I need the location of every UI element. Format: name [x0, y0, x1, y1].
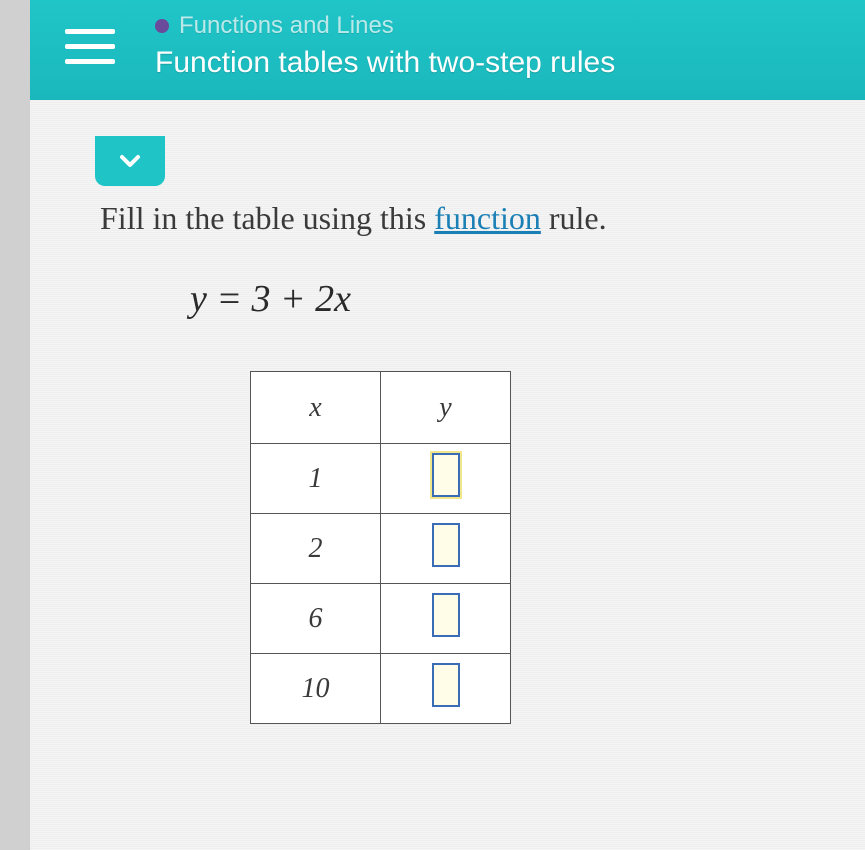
table-row: 1	[251, 444, 511, 514]
instruction-suffix: rule.	[541, 200, 607, 236]
instruction-text: Fill in the table using this function ru…	[100, 200, 815, 237]
header-text: Functions and Lines Function tables with…	[155, 12, 865, 80]
y-cell	[381, 444, 511, 514]
equation: y = 3 + 2x	[190, 277, 815, 321]
expand-button[interactable]	[95, 136, 165, 186]
x-value: 1	[251, 444, 381, 514]
instruction-prefix: Fill in the table using this	[100, 200, 434, 236]
table-row: 2	[251, 514, 511, 584]
page-title: Function tables with two-step rules	[155, 46, 865, 80]
column-header-x: x	[251, 372, 381, 444]
status-dot-icon	[155, 19, 169, 33]
x-value: 10	[251, 654, 381, 724]
y-input[interactable]	[432, 663, 460, 707]
content-area: Fill in the table using this function ru…	[30, 100, 865, 774]
chevron-down-icon	[118, 149, 142, 173]
table-row: 10	[251, 654, 511, 724]
function-table: x y 1 2 6 10	[250, 371, 815, 724]
y-input[interactable]	[432, 453, 460, 497]
hamburger-menu-icon[interactable]	[65, 21, 115, 71]
function-link[interactable]: function	[434, 200, 541, 236]
y-cell	[381, 584, 511, 654]
column-header-y: y	[381, 372, 511, 444]
breadcrumb-label: Functions and Lines	[179, 12, 394, 40]
x-value: 6	[251, 584, 381, 654]
y-cell	[381, 514, 511, 584]
y-input[interactable]	[432, 523, 460, 567]
y-cell	[381, 654, 511, 724]
table-row: 6	[251, 584, 511, 654]
page-header: Functions and Lines Function tables with…	[30, 0, 865, 100]
breadcrumb: Functions and Lines	[155, 12, 865, 40]
x-value: 2	[251, 514, 381, 584]
left-strip	[0, 0, 30, 850]
y-input[interactable]	[432, 593, 460, 637]
main-area: Functions and Lines Function tables with…	[30, 0, 865, 850]
